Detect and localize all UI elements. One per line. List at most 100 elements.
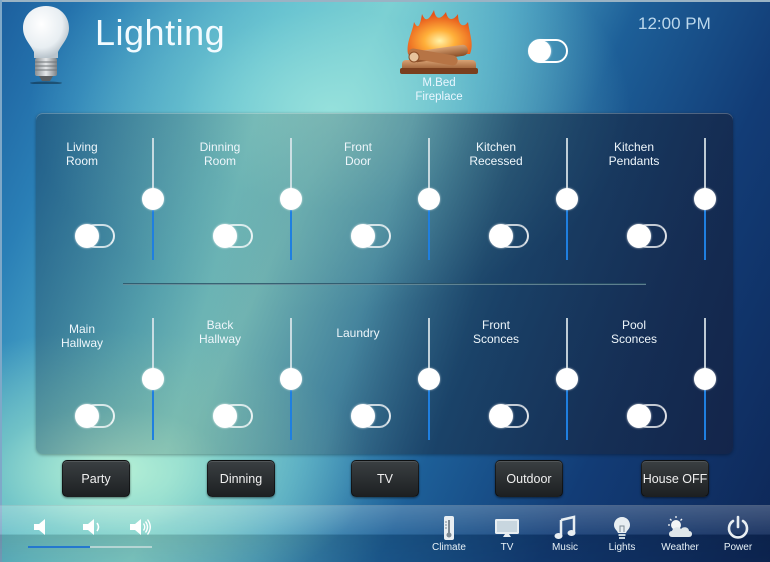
light-control: Dinning Room xyxy=(170,138,302,268)
scene-button-house-off[interactable]: House OFF xyxy=(641,460,709,497)
light-name-line2: Hallway xyxy=(60,336,103,350)
light-toggle[interactable] xyxy=(489,404,529,428)
light-toggle[interactable] xyxy=(489,224,529,248)
toggle-knob xyxy=(489,224,513,248)
music-note-icon xyxy=(540,515,590,541)
light-name-line1: Kitchen xyxy=(475,140,517,154)
light-name-line1: Living xyxy=(66,140,98,154)
window-top-border xyxy=(0,0,770,2)
light-toggle[interactable] xyxy=(75,404,115,428)
dimmer-slider[interactable] xyxy=(418,138,440,260)
dimmer-slider[interactable] xyxy=(556,318,578,440)
fireplace-icon xyxy=(400,10,478,74)
slider-thumb[interactable] xyxy=(142,188,164,210)
light-name-line2: Recessed xyxy=(469,154,523,168)
toggle-knob xyxy=(627,404,651,428)
slider-thumb[interactable] xyxy=(556,188,578,210)
light-name-line2: Sconces xyxy=(610,332,658,346)
fireplace-toggle[interactable] xyxy=(528,39,568,63)
light-toggle[interactable] xyxy=(627,404,667,428)
light-name-line2: Hallway xyxy=(198,332,241,346)
light-toggle[interactable] xyxy=(213,224,253,248)
nav-label: Music xyxy=(551,542,579,553)
light-name-line1: Front xyxy=(481,318,510,332)
fireplace-label-line1: M.Bed xyxy=(422,77,456,89)
nav-label: Lights xyxy=(608,542,636,553)
scene-button-party[interactable]: Party xyxy=(62,460,130,497)
light-control: Front Door xyxy=(308,138,440,268)
light-control: Main Hallway xyxy=(32,318,164,448)
volume-slider-fill xyxy=(28,546,90,548)
volume-high-icon[interactable] xyxy=(128,516,152,538)
slider-thumb[interactable] xyxy=(142,368,164,390)
nav-tv[interactable]: TV xyxy=(482,515,532,557)
dimmer-slider[interactable] xyxy=(142,138,164,260)
volume-low-icon[interactable] xyxy=(81,516,105,538)
slider-thumb[interactable] xyxy=(280,188,302,210)
light-name-line1: Kitchen xyxy=(613,140,655,154)
light-toggle[interactable] xyxy=(627,224,667,248)
dimmer-slider[interactable] xyxy=(418,318,440,440)
light-name-line1: Back xyxy=(206,318,234,332)
scene-button-dinning[interactable]: Dinning xyxy=(207,460,275,497)
tv-icon xyxy=(482,515,532,541)
volume-mute-icon[interactable] xyxy=(32,516,56,538)
toggle-knob xyxy=(529,40,551,62)
slider-thumb[interactable] xyxy=(418,368,440,390)
light-control: Front Sconces xyxy=(446,318,578,448)
nav-lights[interactable]: Lights xyxy=(597,515,647,557)
light-control: Kitchen Pendants xyxy=(584,138,716,268)
power-icon xyxy=(713,515,763,541)
lightbulb-logo-icon xyxy=(22,4,70,85)
light-control: Back Hallway xyxy=(170,318,302,448)
window-left-border xyxy=(0,0,2,562)
dimmer-slider[interactable] xyxy=(694,318,716,440)
toggle-knob xyxy=(213,404,237,428)
toggle-knob xyxy=(75,224,99,248)
slider-thumb[interactable] xyxy=(280,368,302,390)
dimmer-slider[interactable] xyxy=(280,138,302,260)
light-control: Pool Sconces xyxy=(584,318,716,448)
nav-weather[interactable]: Weather xyxy=(655,515,705,557)
fireplace-button[interactable]: M.Bed Fireplace xyxy=(394,8,484,108)
lightbulb-icon xyxy=(597,515,647,541)
light-name-line1: Laundry xyxy=(336,326,380,340)
light-toggle[interactable] xyxy=(351,224,391,248)
weather-icon xyxy=(655,515,705,541)
light-name-line1: Main xyxy=(68,322,95,336)
dimmer-slider[interactable] xyxy=(694,138,716,260)
light-name-line2: Pendants xyxy=(608,154,660,168)
nav-music[interactable]: Music xyxy=(540,515,590,557)
nav-label: Weather xyxy=(661,542,699,553)
slider-thumb[interactable] xyxy=(418,188,440,210)
toggle-knob xyxy=(75,404,99,428)
toggle-knob xyxy=(351,404,375,428)
scene-button-tv[interactable]: TV xyxy=(351,460,419,497)
light-name-line1: Front xyxy=(343,140,372,154)
light-toggle[interactable] xyxy=(75,224,115,248)
slider-thumb[interactable] xyxy=(694,188,716,210)
slider-thumb[interactable] xyxy=(556,368,578,390)
light-control: Kitchen Recessed xyxy=(446,138,578,268)
page-title: Lighting xyxy=(95,12,226,53)
volume-slider[interactable] xyxy=(28,546,152,548)
dimmer-slider[interactable] xyxy=(556,138,578,260)
light-name-line2: Sconces xyxy=(472,332,520,346)
light-toggle[interactable] xyxy=(213,404,253,428)
toggle-knob xyxy=(351,224,375,248)
nav-power[interactable]: Power xyxy=(713,515,763,557)
dimmer-slider[interactable] xyxy=(142,318,164,440)
nav-label: TV xyxy=(500,542,514,553)
dimmer-slider[interactable] xyxy=(280,318,302,440)
light-name-line2: Room xyxy=(203,154,236,168)
light-toggle[interactable] xyxy=(351,404,391,428)
light-name-line1: Pool xyxy=(621,318,647,332)
nav-climate[interactable]: Climate xyxy=(424,515,474,557)
scene-button-outdoor[interactable]: Outdoor xyxy=(495,460,563,497)
toggle-knob xyxy=(213,224,237,248)
row-divider xyxy=(123,283,646,285)
toggle-knob xyxy=(489,404,513,428)
light-name-line1: Dinning xyxy=(199,140,241,154)
slider-thumb[interactable] xyxy=(694,368,716,390)
light-control: Living Room xyxy=(32,138,164,268)
